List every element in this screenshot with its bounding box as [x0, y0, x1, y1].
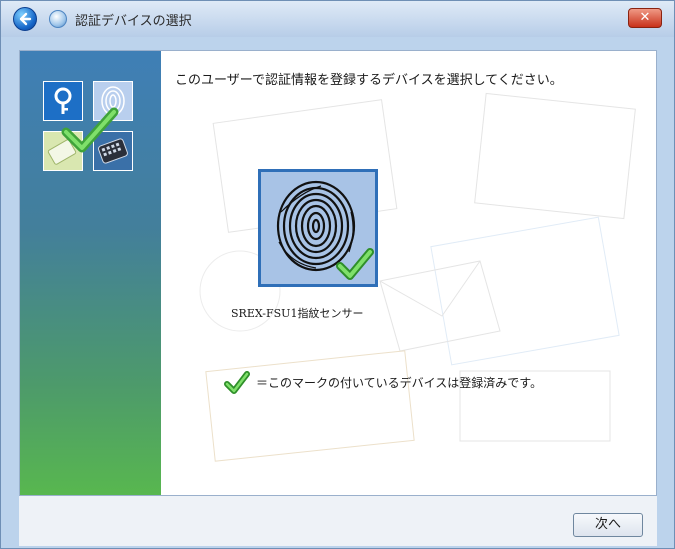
back-button[interactable]: [13, 7, 37, 31]
fingerprint-sensor-device[interactable]: [258, 169, 378, 287]
dialog-window: 認証デバイスの選択 ✕ このユーザーで認証情報を登録するデバイスを選択してくださ…: [0, 0, 675, 549]
close-button[interactable]: ✕: [628, 8, 662, 28]
background-illustration: [199, 92, 636, 462]
next-button[interactable]: 次へ: [573, 513, 643, 537]
device-label: SREX-FSU1指紋センサー: [231, 307, 364, 320]
title-bar: 認証デバイスの選択 ✕: [1, 1, 674, 37]
window-title: 認証デバイスの選択: [75, 14, 192, 29]
content-area: このユーザーで認証情報を登録するデバイスを選択してください。 SREX-FSU1…: [19, 50, 657, 496]
close-icon: ✕: [639, 10, 651, 25]
checkmark-icon: [336, 248, 374, 280]
checkmark-icon: [61, 107, 119, 153]
side-panel: [20, 51, 161, 495]
window-icon: [49, 10, 67, 28]
legend-note-text: ＝このマークの付いているデバイスは登録済みです。: [256, 376, 543, 390]
checkmark-icon: [224, 371, 250, 394]
footer-bar: 次へ: [19, 496, 657, 546]
back-arrow-icon: [19, 12, 32, 26]
instruction-text: このユーザーで認証情報を登録するデバイスを選択してください。: [175, 73, 563, 88]
